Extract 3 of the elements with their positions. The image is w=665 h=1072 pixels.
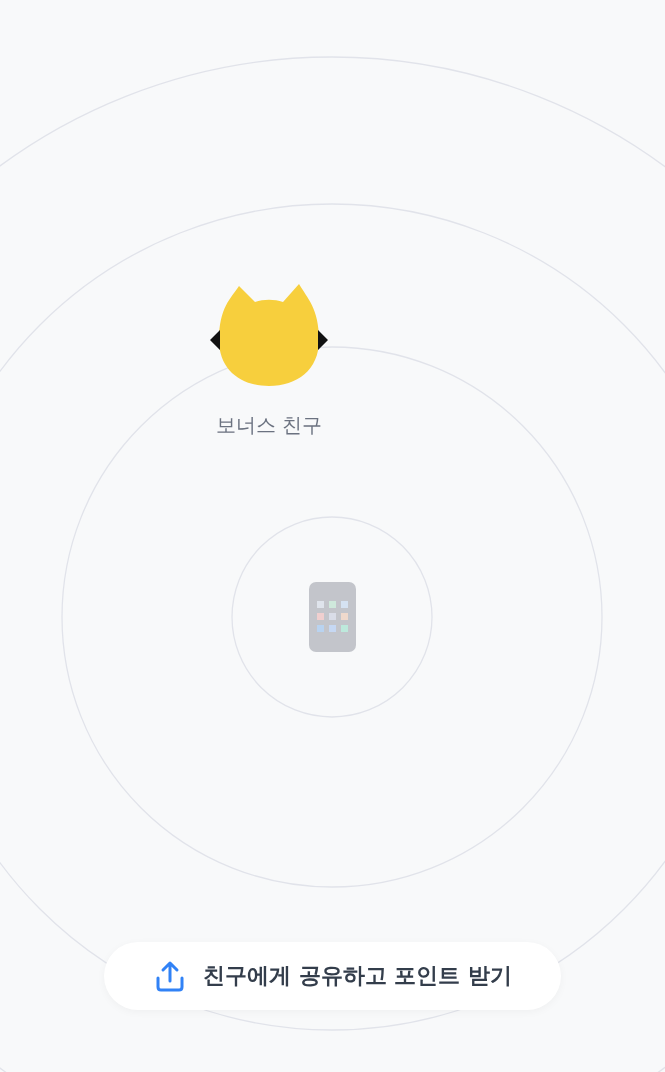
friend-name: 보너스 친구: [215, 412, 323, 439]
phone-icon: [309, 582, 356, 652]
share-button[interactable]: 친구에게 공유하고 포인트 받기: [104, 942, 561, 1010]
